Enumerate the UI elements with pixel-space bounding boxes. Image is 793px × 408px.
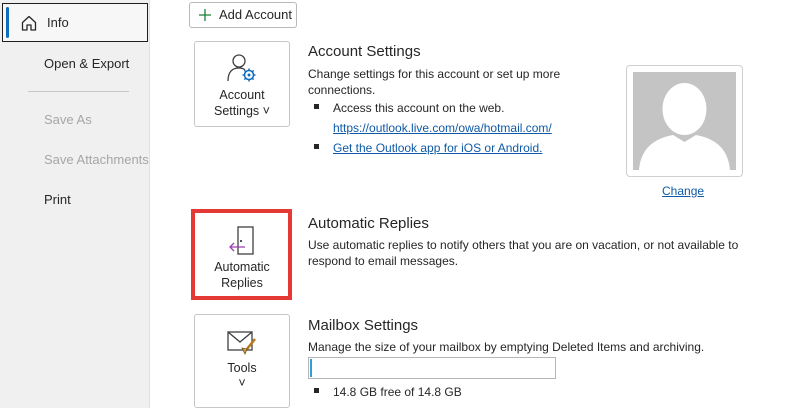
nav-item-label: Open & Export <box>44 56 130 71</box>
change-photo-link[interactable]: Change <box>662 183 704 199</box>
chevron-down-icon: ˅ <box>238 376 246 390</box>
nav-item-info[interactable]: Info <box>2 3 148 42</box>
nav-item-save-as[interactable]: Save As <box>0 102 149 138</box>
automatic-replies-description-2: respond to email messages. <box>308 254 459 268</box>
nav-item-label: Save As <box>44 112 92 127</box>
nav-item-label: Info <box>47 15 69 30</box>
account-settings-button[interactable]: Account Settings ˅ <box>194 41 290 127</box>
avatar <box>633 72 736 170</box>
web-access-text: Access this account on the web. <box>333 101 505 115</box>
backstage-nav: Info Open & Export Save As Save Attachme… <box>0 0 150 408</box>
bullet <box>314 388 319 393</box>
account-settings-description-1: Change settings for this account or set … <box>308 67 561 81</box>
mailbox-usage-fill <box>310 359 312 377</box>
account-settings-icon <box>227 54 256 82</box>
highlight-box <box>191 209 292 300</box>
profile-photo <box>626 65 743 177</box>
home-icon <box>21 15 37 31</box>
tools-icon <box>227 331 256 355</box>
add-account-button[interactable]: Add Account <box>189 2 297 28</box>
owa-link[interactable]: https://outlook.live.com/owa/hotmail.com… <box>333 120 552 136</box>
tools-tile-label: Tools <box>227 361 257 375</box>
nav-item-label: Save Attachments <box>44 152 149 167</box>
bullet <box>314 104 319 109</box>
tools-button[interactable]: Tools ˅ <box>194 314 290 408</box>
add-account-label: Add Account <box>219 7 292 22</box>
account-settings-title: Account Settings <box>308 43 421 60</box>
mailbox-settings-description: Manage the size of your mailbox by empty… <box>308 340 705 354</box>
mailbox-settings-title: Mailbox Settings <box>308 317 419 334</box>
outlook-app-link[interactable]: Get the Outlook app for iOS or Android. <box>333 140 542 156</box>
nav-item-save-attachments[interactable]: Save Attachments <box>0 142 149 178</box>
avatar-placeholder-icon <box>639 83 730 170</box>
account-settings-tile-label-2: Settings ˅ <box>214 104 270 118</box>
nav-item-label: Print <box>44 192 71 207</box>
mailbox-usage-bar <box>308 357 556 379</box>
nav-item-print[interactable]: Print <box>0 182 149 218</box>
automatic-replies-title: Automatic Replies <box>308 215 429 232</box>
storage-text: 14.8 GB free of 14.8 GB <box>333 385 462 399</box>
automatic-replies-description-1: Use automatic replies to notify others t… <box>308 238 739 252</box>
plus-icon <box>199 9 211 21</box>
nav-divider <box>28 91 129 92</box>
bullet <box>314 144 319 149</box>
account-settings-tile-label-1: Account <box>219 88 265 102</box>
account-settings-description-2: connections. <box>308 83 376 97</box>
nav-item-open-export[interactable]: Open & Export <box>0 46 149 82</box>
